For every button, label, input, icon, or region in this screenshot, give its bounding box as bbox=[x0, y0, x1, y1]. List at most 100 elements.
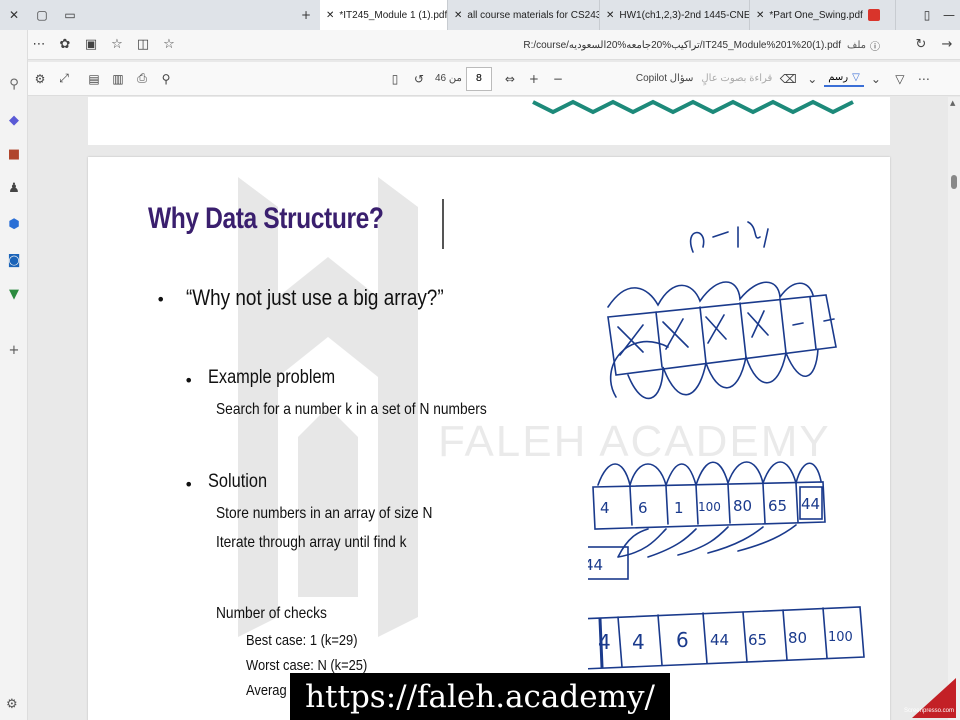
page-count: من 46 bbox=[435, 73, 462, 84]
tab-actions-icon[interactable]: ▢ bbox=[28, 0, 56, 30]
scribble-mark bbox=[690, 221, 769, 253]
best-case: Best case: 1 (k=29) bbox=[246, 632, 358, 649]
solution-line-2: Iterate through array until find k bbox=[216, 534, 407, 551]
tab-label: HW1(ch1,2,3)-2nd 1445-CNE 20 bbox=[619, 9, 750, 21]
split-screen-icon[interactable]: ◫ bbox=[130, 30, 156, 60]
favorites-icon[interactable]: ☆ bbox=[104, 30, 130, 60]
array-3-cell: 44 bbox=[710, 631, 729, 649]
chevron-down-icon[interactable]: ⌄ bbox=[864, 67, 888, 91]
refresh-icon[interactable]: ↻ bbox=[908, 30, 934, 60]
page-number-input[interactable]: 8 bbox=[465, 66, 492, 91]
find-icon[interactable]: ⚲ bbox=[154, 67, 178, 91]
array-3-cell: 65 bbox=[748, 631, 767, 649]
scroll-up-icon[interactable]: ▲ bbox=[950, 99, 955, 107]
phone-icon[interactable]: ▯ bbox=[916, 8, 938, 22]
pdf-icon bbox=[867, 9, 880, 21]
save-as-icon[interactable]: ▤ bbox=[82, 67, 106, 91]
search-icon[interactable]: ⚲ bbox=[4, 74, 24, 94]
screenpresso-logo: Screenpresso.com bbox=[904, 678, 956, 718]
draw-label: رسم bbox=[828, 72, 849, 83]
search-key-label: 44 bbox=[588, 556, 603, 574]
solution-line-1: Store numbers in an array of size N bbox=[216, 505, 433, 522]
tab-strip: ✕ ▢ ▭ + ✕ *IT245_Module 1 (1).pdf ✕ all … bbox=[0, 0, 960, 30]
page-header-ornament bbox=[532, 99, 854, 115]
copilot-ask-button[interactable]: Copilot سؤال bbox=[636, 73, 694, 84]
settings-icon[interactable]: ⚙ bbox=[6, 697, 18, 712]
eraser-icon[interactable]: ⌫ bbox=[776, 67, 800, 91]
tag-icon[interactable]: ◆ bbox=[4, 110, 24, 130]
fullscreen-icon[interactable]: ⤢ bbox=[52, 67, 76, 91]
previous-page bbox=[88, 97, 890, 145]
read-aloud-button[interactable]: قراءة بصوت عالٍ bbox=[701, 73, 772, 84]
window-controls: ▯ — bbox=[916, 0, 960, 30]
tab-hw1[interactable]: ✕ HW1(ch1,2,3)-2nd 1445-CNE 20 bbox=[600, 0, 750, 30]
info-icon[interactable]: ⓘ bbox=[870, 38, 880, 53]
pdf-viewer[interactable]: FALEH ACADEMY Why Data Structure? • “Why… bbox=[28, 97, 948, 720]
chess-icon[interactable]: ♟ bbox=[4, 178, 24, 198]
array-2-cell: 80 bbox=[733, 497, 752, 515]
add-favorite-icon[interactable]: ☆ bbox=[156, 30, 182, 60]
web-capture-icon[interactable]: ▼ bbox=[4, 284, 24, 304]
rotate-icon[interactable]: ↺ bbox=[407, 67, 431, 91]
close-window-icon[interactable]: ✕ bbox=[0, 0, 28, 30]
tab-it245-module[interactable]: ✕ *IT245_Module 1 (1).pdf bbox=[320, 0, 448, 30]
extensions-icon[interactable]: ✿ bbox=[52, 30, 78, 60]
collections-icon[interactable]: ▣ bbox=[78, 30, 104, 60]
array-2-cell: 100 bbox=[698, 500, 721, 514]
logo-text: Screenpresso.com bbox=[903, 708, 954, 714]
outlook-icon[interactable]: ◙ bbox=[4, 250, 24, 270]
fit-width-icon[interactable]: ⇔ bbox=[498, 67, 522, 91]
more-tools-icon[interactable]: ⋯ bbox=[912, 67, 936, 91]
array-3-cell: 100 bbox=[828, 630, 853, 645]
save-icon[interactable]: ▥ bbox=[106, 67, 130, 91]
array-3-cell: 4 bbox=[598, 630, 611, 654]
vertical-scrollbar[interactable]: ▲ bbox=[948, 97, 960, 720]
chevron-down-icon[interactable]: ⌄ bbox=[800, 67, 824, 91]
average-case: Averag bbox=[246, 682, 287, 699]
array-2-comparison-arcs bbox=[617, 524, 797, 558]
array-2-cell: 4 bbox=[600, 499, 610, 517]
tab-label: *IT245_Module 1 (1).pdf bbox=[339, 9, 448, 21]
array-1-crosses bbox=[617, 310, 835, 356]
bullet-icon: • bbox=[184, 475, 194, 494]
example-heading: Example problem bbox=[208, 367, 336, 388]
zoom-in-icon[interactable]: + bbox=[522, 67, 546, 91]
close-tab-icon[interactable]: ✕ bbox=[454, 10, 462, 21]
array-2-cell: 65 bbox=[768, 497, 787, 515]
tab-label: all course materials for CS243.pd bbox=[467, 9, 599, 21]
draw-button[interactable]: رسم ▽ bbox=[824, 70, 864, 87]
pdf-toolbar: ⚙ ⤢ ▤ ▥ ⎙ ⚲ ▯ ↺ من 46 8 ⇔ + − Copilot سؤ… bbox=[28, 62, 960, 96]
array-2-cell: 44 bbox=[801, 495, 820, 513]
vertical-tabs-icon[interactable]: ▭ bbox=[56, 0, 84, 30]
m365-icon[interactable]: ⬢ bbox=[4, 214, 24, 234]
print-icon[interactable]: ⎙ bbox=[130, 67, 154, 91]
highlight-icon[interactable]: ▽ bbox=[888, 67, 912, 91]
tab-cs243[interactable]: ✕ all course materials for CS243.pd bbox=[448, 0, 600, 30]
example-text: Search for a number k in a set of N numb… bbox=[216, 401, 487, 418]
close-tab-icon[interactable]: ✕ bbox=[326, 10, 334, 21]
array-1-dividers bbox=[655, 296, 817, 368]
checks-heading: Number of checks bbox=[216, 605, 327, 622]
add-app-icon[interactable]: + bbox=[4, 340, 24, 360]
solution-heading: Solution bbox=[208, 471, 268, 492]
page-view-icon[interactable]: ▯ bbox=[383, 67, 407, 91]
new-tab-button[interactable]: + bbox=[292, 0, 320, 30]
array-2-arcs bbox=[597, 461, 822, 489]
slide-page: FALEH ACADEMY Why Data Structure? • “Why… bbox=[88, 157, 890, 720]
close-tab-icon[interactable]: ✕ bbox=[606, 10, 614, 21]
briefcase-icon[interactable]: ■ bbox=[4, 144, 24, 164]
more-icon[interactable]: ⋯ bbox=[26, 30, 52, 60]
url-field[interactable]: R:/course/تراكيب%20جامعه%20السعوديه/IT24… bbox=[200, 35, 880, 55]
slide-title: Why Data Structure? bbox=[148, 202, 384, 235]
array-3-cell: 6 bbox=[676, 628, 689, 652]
title-divider bbox=[442, 199, 444, 249]
close-tab-icon[interactable]: ✕ bbox=[756, 10, 764, 21]
settings-gear-icon[interactable]: ⚙ bbox=[28, 67, 52, 91]
forward-icon[interactable]: → bbox=[934, 30, 960, 60]
zoom-out-icon[interactable]: − bbox=[546, 67, 570, 91]
pen-icon: ▽ bbox=[852, 72, 860, 83]
scrollbar-thumb[interactable] bbox=[951, 175, 957, 189]
array-1-arcs-bottom bbox=[627, 348, 819, 400]
tab-part-one-swing[interactable]: ✕ *Part One_Swing.pdf bbox=[750, 0, 896, 30]
minimize-icon[interactable]: — bbox=[938, 8, 960, 22]
